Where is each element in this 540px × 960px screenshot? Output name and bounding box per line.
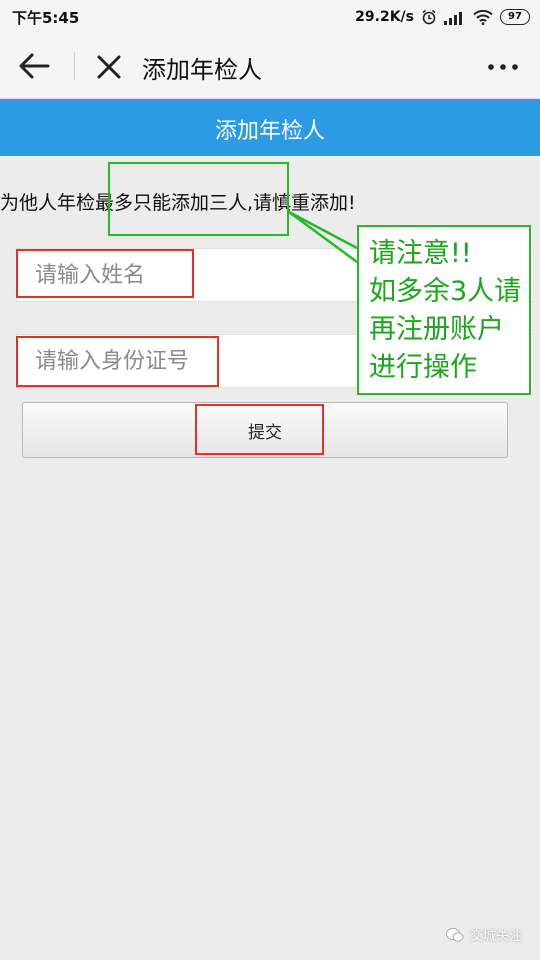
battery-icon: 97: [500, 9, 530, 25]
status-bar: 下午5:45 29.2K/s 97: [0, 0, 540, 34]
status-indicators: 29.2K/s 97: [355, 6, 530, 28]
alarm-icon: [422, 9, 436, 25]
highlight-box-notice: [108, 162, 289, 236]
more-icon[interactable]: [486, 52, 520, 82]
callout-line-3: 再注册账户: [369, 314, 504, 345]
wifi-icon: [473, 9, 493, 25]
callout-box: 请注意!! 如多余3人请 再注册账户 进行操作: [357, 225, 531, 395]
watermark-text: 交城关注: [469, 929, 522, 944]
header-title: 添加年检人: [214, 119, 325, 144]
callout-line-2: 如多余3人请: [369, 276, 522, 307]
highlight-box-id: [16, 336, 219, 387]
page-title: 添加年检人: [142, 56, 262, 84]
status-time: 下午5:45: [12, 9, 80, 27]
highlight-box-name: [16, 249, 194, 298]
back-arrow-icon[interactable]: [14, 48, 54, 84]
callout-line-4: 进行操作: [369, 352, 477, 383]
net-speed: 29.2K/s: [355, 9, 414, 25]
nav-divider: [74, 52, 75, 80]
callout-line-1: 请注意!!: [369, 238, 472, 269]
close-icon[interactable]: [92, 50, 126, 84]
wechat-logo-icon: [446, 927, 464, 942]
nav-bar: 添加年检人: [0, 34, 540, 99]
signal-icon: [444, 12, 462, 25]
highlight-box-submit: [195, 404, 324, 455]
watermark: 交城关注: [446, 925, 522, 944]
header-band: 添加年检人: [0, 99, 540, 156]
